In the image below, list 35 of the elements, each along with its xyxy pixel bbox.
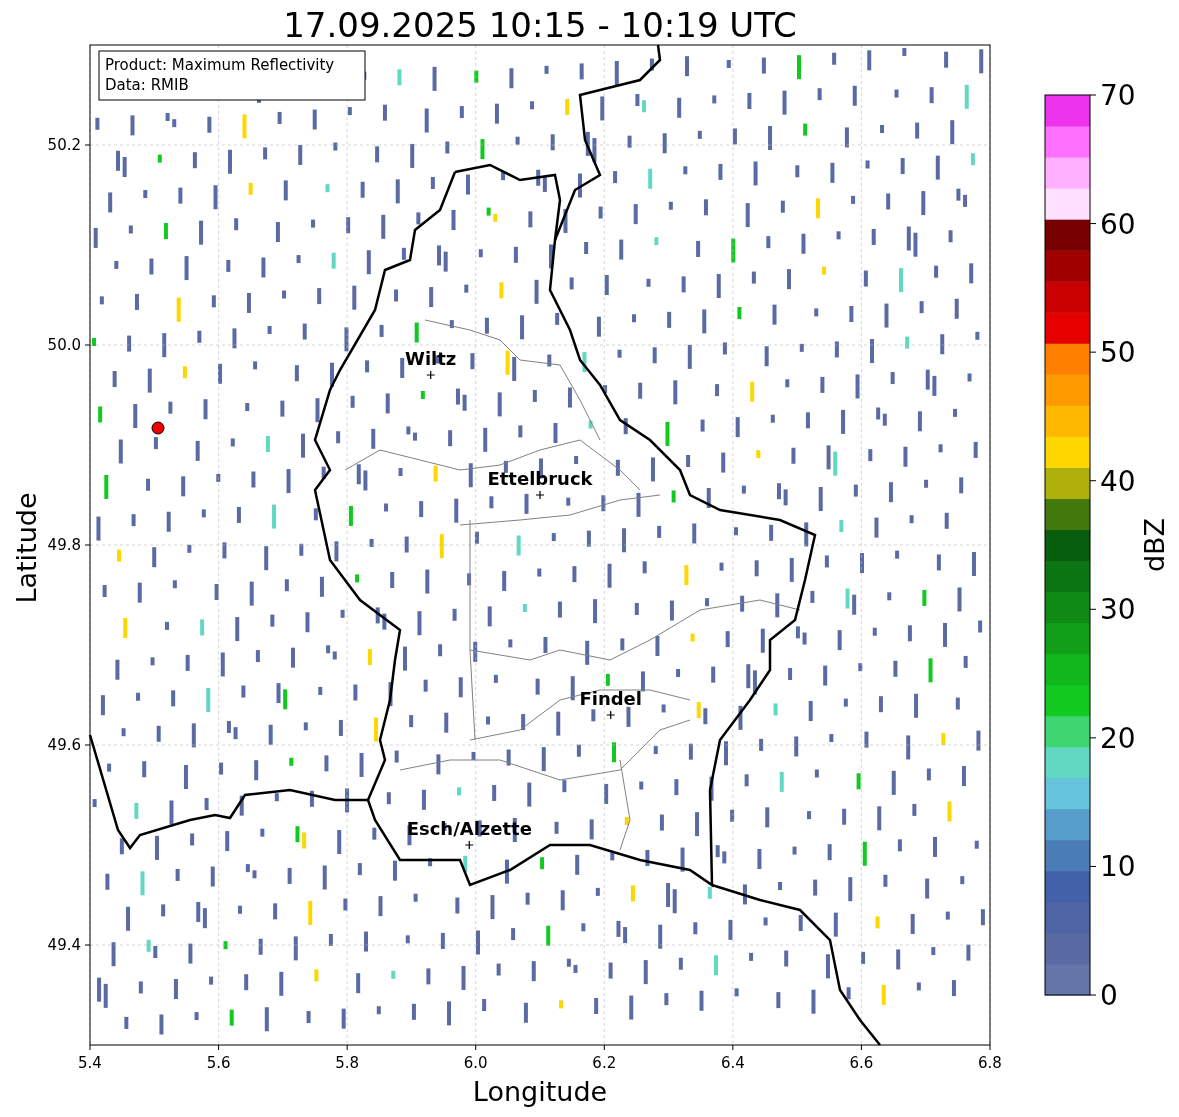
y-tick-label: 49.4 bbox=[47, 936, 81, 954]
colorbar-tick-label: 50 bbox=[1100, 336, 1136, 370]
y-axis-label: Latitude bbox=[11, 492, 42, 604]
x-tick-label: 5.8 bbox=[335, 1054, 360, 1072]
colorbar-tick-label: 0 bbox=[1100, 979, 1118, 1012]
x-tick-label: 6.4 bbox=[720, 1054, 745, 1072]
colorbar-label: dBZ bbox=[1139, 517, 1170, 573]
city-marker bbox=[535, 490, 545, 500]
x-tick-label: 6.0 bbox=[463, 1054, 488, 1072]
city-marker bbox=[606, 710, 616, 720]
colorbar-tick-label: 40 bbox=[1100, 464, 1136, 498]
legend-text: Product: Maximum Reflectivity bbox=[105, 56, 335, 74]
colorbar-tick-label: 70 bbox=[1100, 79, 1136, 112]
y-tick-label: 49.8 bbox=[47, 536, 81, 554]
colorbar-tick-label: 10 bbox=[1100, 850, 1136, 884]
city-label: Ettelbruck bbox=[487, 468, 593, 489]
y-tick-label: 49.6 bbox=[47, 736, 81, 754]
legend-text: Data: RMIB bbox=[105, 76, 189, 94]
city-marker bbox=[464, 840, 474, 850]
x-tick-label: 6.8 bbox=[978, 1054, 1002, 1072]
x-tick-label: 5.6 bbox=[206, 1054, 231, 1072]
x-tick-label: 6.2 bbox=[592, 1054, 617, 1072]
colorbar-tick-label: 20 bbox=[1100, 721, 1136, 755]
x-tick-label: 6.6 bbox=[849, 1054, 874, 1072]
chart-title: 17.09.2025 10:15 - 10:19 UTC bbox=[283, 5, 797, 45]
y-tick-label: 50.0 bbox=[47, 336, 81, 354]
x-axis-label: Longitude bbox=[472, 1076, 608, 1107]
colorbar-tick-label: 60 bbox=[1100, 207, 1136, 241]
city-label: Findel bbox=[579, 688, 642, 709]
colorbar-tick-label: 30 bbox=[1100, 593, 1136, 627]
city-label: Wiltz bbox=[405, 348, 457, 369]
x-tick-label: 5.4 bbox=[78, 1054, 102, 1072]
y-tick-label: 50.2 bbox=[47, 136, 81, 154]
city-marker bbox=[426, 370, 436, 380]
radar-site-marker bbox=[151, 421, 165, 435]
